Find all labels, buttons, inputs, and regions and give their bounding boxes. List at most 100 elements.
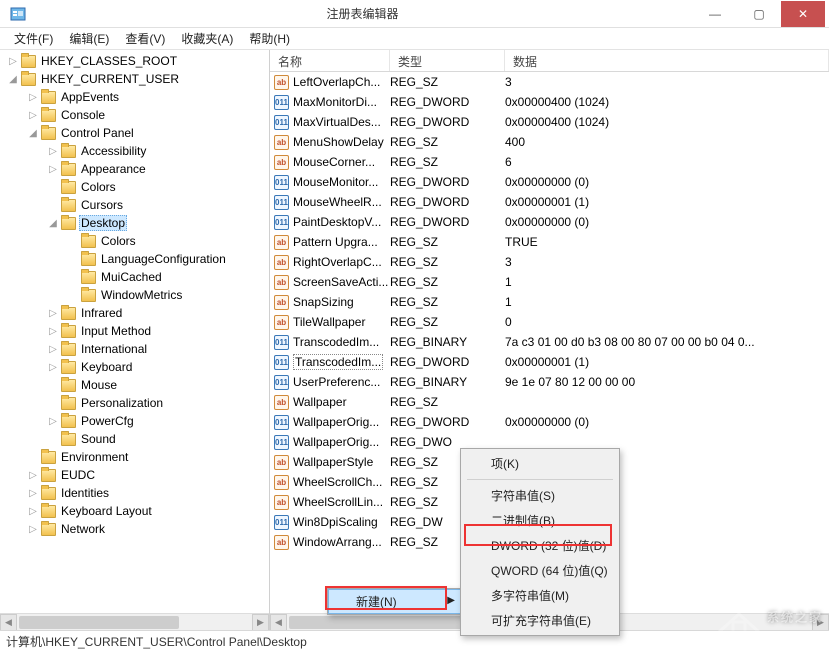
column-data[interactable]: 数据 — [505, 50, 829, 71]
scroll-right-icon[interactable]: ▶ — [252, 614, 269, 631]
expand-icon[interactable]: ▷ — [46, 416, 60, 427]
reg-sz-icon: ab — [274, 75, 289, 90]
column-type[interactable]: 类型 — [390, 50, 505, 71]
context-submenu-new[interactable]: 项(K) 字符串值(S) 二进制值(B) DWORD (32 位)值(D) QW… — [460, 448, 620, 636]
expand-icon[interactable]: ▷ — [26, 488, 40, 499]
expand-icon[interactable]: ▷ — [26, 92, 40, 103]
menu-item-binary[interactable]: 二进制值(B) — [463, 508, 617, 533]
table-row[interactable]: abScreenSaveActi...REG_SZ1 — [270, 272, 829, 292]
expand-icon[interactable]: ▷ — [46, 326, 60, 337]
tree-item[interactable]: Infrared — [79, 306, 124, 320]
tree-item[interactable]: Cursors — [79, 198, 125, 212]
menu-help[interactable]: 帮助(H) — [241, 28, 298, 49]
tree-item[interactable]: AppEvents — [59, 90, 121, 104]
tree-item[interactable]: Keyboard Layout — [59, 504, 154, 518]
expand-icon[interactable]: ▷ — [26, 470, 40, 481]
tree-item[interactable]: Mouse — [79, 378, 119, 392]
expand-icon[interactable]: ▷ — [46, 164, 60, 175]
tree-item[interactable]: Colors — [79, 180, 118, 194]
tree-item-desktop[interactable]: Desktop — [79, 215, 127, 231]
tree-item[interactable]: Environment — [59, 450, 130, 464]
menu-favorites[interactable]: 收藏夹(A) — [173, 28, 241, 49]
collapse-icon[interactable]: ◢ — [26, 128, 40, 139]
scroll-left-icon[interactable]: ◀ — [270, 614, 287, 631]
expand-icon[interactable]: ▷ — [46, 344, 60, 355]
tree-item[interactable]: Keyboard — [79, 360, 134, 374]
table-row[interactable]: abMenuShowDelayREG_SZ400 — [270, 132, 829, 152]
tree-item[interactable]: Sound — [79, 432, 118, 446]
expand-icon[interactable]: ▷ — [6, 56, 20, 67]
menu-item-expandstring[interactable]: 可扩充字符串值(E) — [463, 608, 617, 633]
table-row[interactable]: 011MouseWheelR...REG_DWORD0x00000001 (1) — [270, 192, 829, 212]
expand-icon[interactable]: ▷ — [26, 110, 40, 121]
scroll-right-icon[interactable]: ▶ — [812, 614, 829, 631]
reg-bin-icon: 011 — [274, 435, 289, 450]
context-menu-new[interactable]: 新建(N)▶ — [327, 588, 463, 615]
tree-hscrollbar[interactable]: ◀ ▶ — [0, 613, 269, 630]
tree-item[interactable]: MuiCached — [99, 270, 164, 284]
tree-hkcu[interactable]: HKEY_CURRENT_USER — [39, 72, 181, 86]
tree-item[interactable]: Control Panel — [59, 126, 136, 140]
expand-icon[interactable]: ▷ — [46, 146, 60, 157]
table-row[interactable]: 011PaintDesktopV...REG_DWORD0x00000000 (… — [270, 212, 829, 232]
expand-icon[interactable]: ▷ — [26, 524, 40, 535]
tree-pane[interactable]: ▷ HKEY_CLASSES_ROOT ◢ HKEY_CURRENT_USER ▷ A… — [0, 50, 270, 630]
collapse-icon[interactable]: ◢ — [46, 218, 60, 229]
expand-icon[interactable]: ▷ — [46, 362, 60, 373]
menu-item-string[interactable]: 字符串值(S) — [463, 483, 617, 508]
table-row[interactable]: 011MaxMonitorDi...REG_DWORD0x00000400 (1… — [270, 92, 829, 112]
close-button[interactable]: ✕ — [781, 1, 825, 27]
table-row[interactable]: 011MouseMonitor...REG_DWORD0x00000000 (0… — [270, 172, 829, 192]
reg-bin-icon: 011 — [274, 215, 289, 230]
value-data: 0 — [505, 315, 829, 329]
tree-item[interactable]: LanguageConfiguration — [99, 252, 228, 266]
minimize-button[interactable]: — — [693, 1, 737, 27]
menu-file[interactable]: 文件(F) — [6, 28, 61, 49]
scroll-left-icon[interactable]: ◀ — [0, 614, 17, 631]
tree-item[interactable]: EUDC — [59, 468, 97, 482]
tree-item[interactable]: Accessibility — [79, 144, 148, 158]
table-row[interactable]: abMouseCorner...REG_SZ6 — [270, 152, 829, 172]
menu-view[interactable]: 查看(V) — [117, 28, 173, 49]
folder-icon — [81, 253, 96, 266]
table-row[interactable]: 011TranscodedIm...REG_BINARY7a c3 01 00 … — [270, 332, 829, 352]
expand-icon[interactable]: ▷ — [46, 308, 60, 319]
collapse-icon[interactable]: ◢ — [6, 74, 20, 85]
table-row[interactable]: abPattern Upgra...REG_SZTRUE — [270, 232, 829, 252]
expand-icon[interactable]: ▷ — [26, 506, 40, 517]
tree-item[interactable]: Identities — [59, 486, 111, 500]
table-row[interactable]: 011UserPreferenc...REG_BINARY9e 1e 07 80… — [270, 372, 829, 392]
menu-edit[interactable]: 编辑(E) — [61, 28, 117, 49]
value-data: 3 — [505, 75, 829, 89]
table-row[interactable]: abWallpaperREG_SZ — [270, 392, 829, 412]
table-row[interactable]: 011MaxVirtualDes...REG_DWORD0x00000400 (… — [270, 112, 829, 132]
value-data: 6 — [505, 155, 829, 169]
tree-item[interactable]: Network — [59, 522, 107, 536]
tree-item[interactable]: International — [79, 342, 149, 356]
column-name[interactable]: 名称 — [270, 50, 390, 71]
table-row[interactable]: abLeftOverlapCh...REG_SZ3 — [270, 72, 829, 92]
table-row[interactable]: 011WallpaperOrig...REG_DWORD0x00000000 (… — [270, 412, 829, 432]
menu-item-dword[interactable]: DWORD (32 位)值(D) — [463, 533, 617, 558]
reg-bin-icon: 011 — [274, 175, 289, 190]
tree-item[interactable]: Input Method — [79, 324, 153, 338]
menu-item-qword[interactable]: QWORD (64 位)值(Q) — [463, 558, 617, 583]
table-row[interactable]: abSnapSizingREG_SZ1 — [270, 292, 829, 312]
menu-separator — [467, 479, 613, 480]
table-row[interactable]: abTileWallpaperREG_SZ0 — [270, 312, 829, 332]
table-row[interactable]: 011TranscodedIm...REG_DWORD0x00000001 (1… — [270, 352, 829, 372]
tree-hkcr[interactable]: HKEY_CLASSES_ROOT — [39, 54, 179, 68]
tree-item[interactable]: Personalization — [79, 396, 165, 410]
menu-item-key[interactable]: 项(K) — [463, 451, 617, 476]
table-row[interactable]: abRightOverlapC...REG_SZ3 — [270, 252, 829, 272]
maximize-button[interactable]: ▢ — [737, 1, 781, 27]
tree-item[interactable]: Console — [59, 108, 107, 122]
tree-item[interactable]: WindowMetrics — [99, 288, 184, 302]
folder-icon — [61, 415, 76, 428]
tree-item[interactable]: Colors — [99, 234, 138, 248]
menu-item-multistring[interactable]: 多字符串值(M) — [463, 583, 617, 608]
menu-item-new[interactable]: 新建(N)▶ — [328, 589, 462, 614]
tree-item[interactable]: Appearance — [79, 162, 148, 176]
tree-item[interactable]: PowerCfg — [79, 414, 136, 428]
folder-icon — [61, 433, 76, 446]
